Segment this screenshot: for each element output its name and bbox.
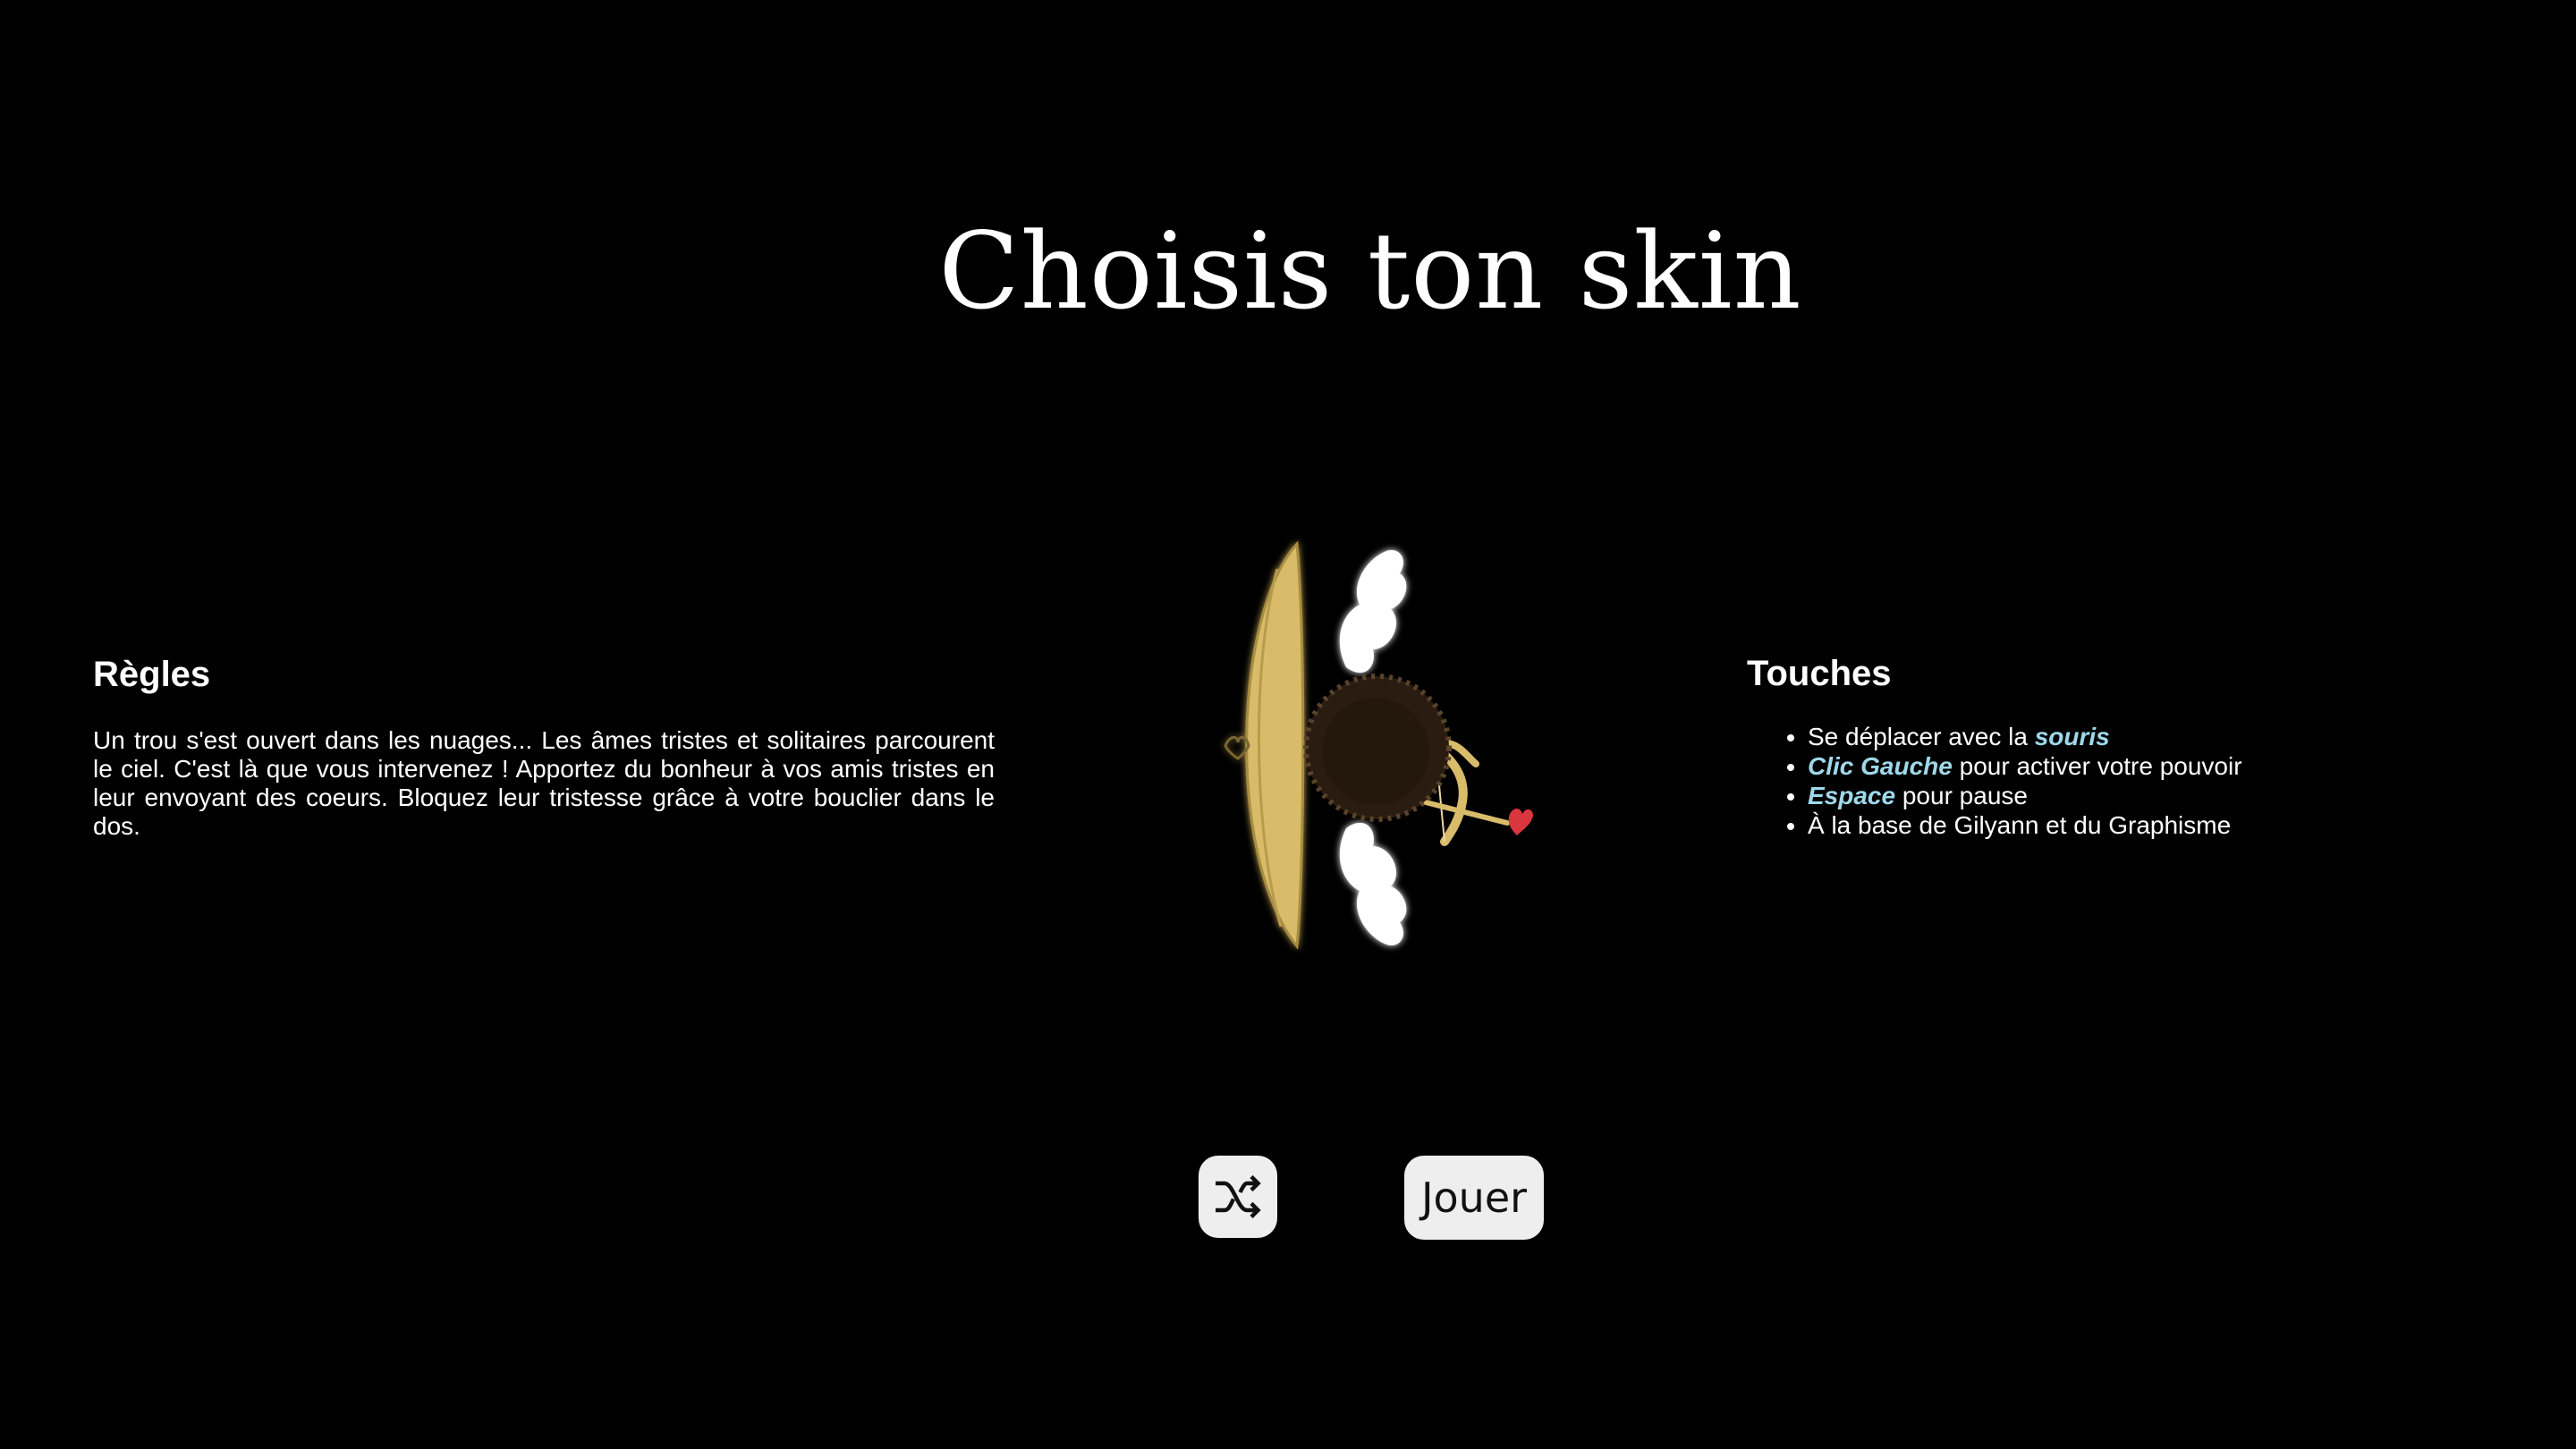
play-button[interactable]: Jouer <box>1404 1156 1544 1240</box>
skin-preview[interactable] <box>1199 533 1556 962</box>
rules-heading: Règles <box>93 655 211 694</box>
shuffle-icon <box>1216 1174 1261 1219</box>
control-key: Espace <box>1808 782 1896 809</box>
control-text: À la base de Gilyann et du Graphisme <box>1808 811 2232 839</box>
control-text: Se déplacer avec la <box>1808 723 2035 750</box>
hair-icon <box>1303 674 1452 822</box>
rules-panel: Règles Un trou s'est ouvert dans les nua… <box>93 651 995 841</box>
wing-top-icon <box>1339 550 1407 674</box>
control-text: pour activer votre pouvoir <box>1952 752 2242 780</box>
shield-icon <box>1224 540 1305 950</box>
cupid-character-icon <box>1224 540 1533 950</box>
list-item: Se déplacer avec la souris <box>1808 722 2462 751</box>
rules-text: Un trou s'est ouvert dans les nuages... … <box>93 726 995 840</box>
controls-panel: Touches Se déplacer avec la souris Clic … <box>1747 650 2462 840</box>
control-text: pour pause <box>1895 782 2028 809</box>
controls-heading: Touches <box>1747 654 1892 693</box>
control-key: Clic Gauche <box>1808 752 1953 780</box>
control-key: souris <box>2034 723 2110 750</box>
controls-list: Se déplacer avec la souris Clic Gauche p… <box>1747 722 2462 840</box>
wing-bottom-icon <box>1339 822 1407 945</box>
shuffle-button[interactable] <box>1199 1156 1277 1238</box>
list-item: Espace pour pause <box>1808 781 2462 810</box>
list-item: À la base de Gilyann et du Graphisme <box>1808 810 2462 840</box>
list-item: Clic Gauche pour activer votre pouvoir <box>1808 751 2462 781</box>
page-title: Choisis ton skin <box>938 209 1802 333</box>
